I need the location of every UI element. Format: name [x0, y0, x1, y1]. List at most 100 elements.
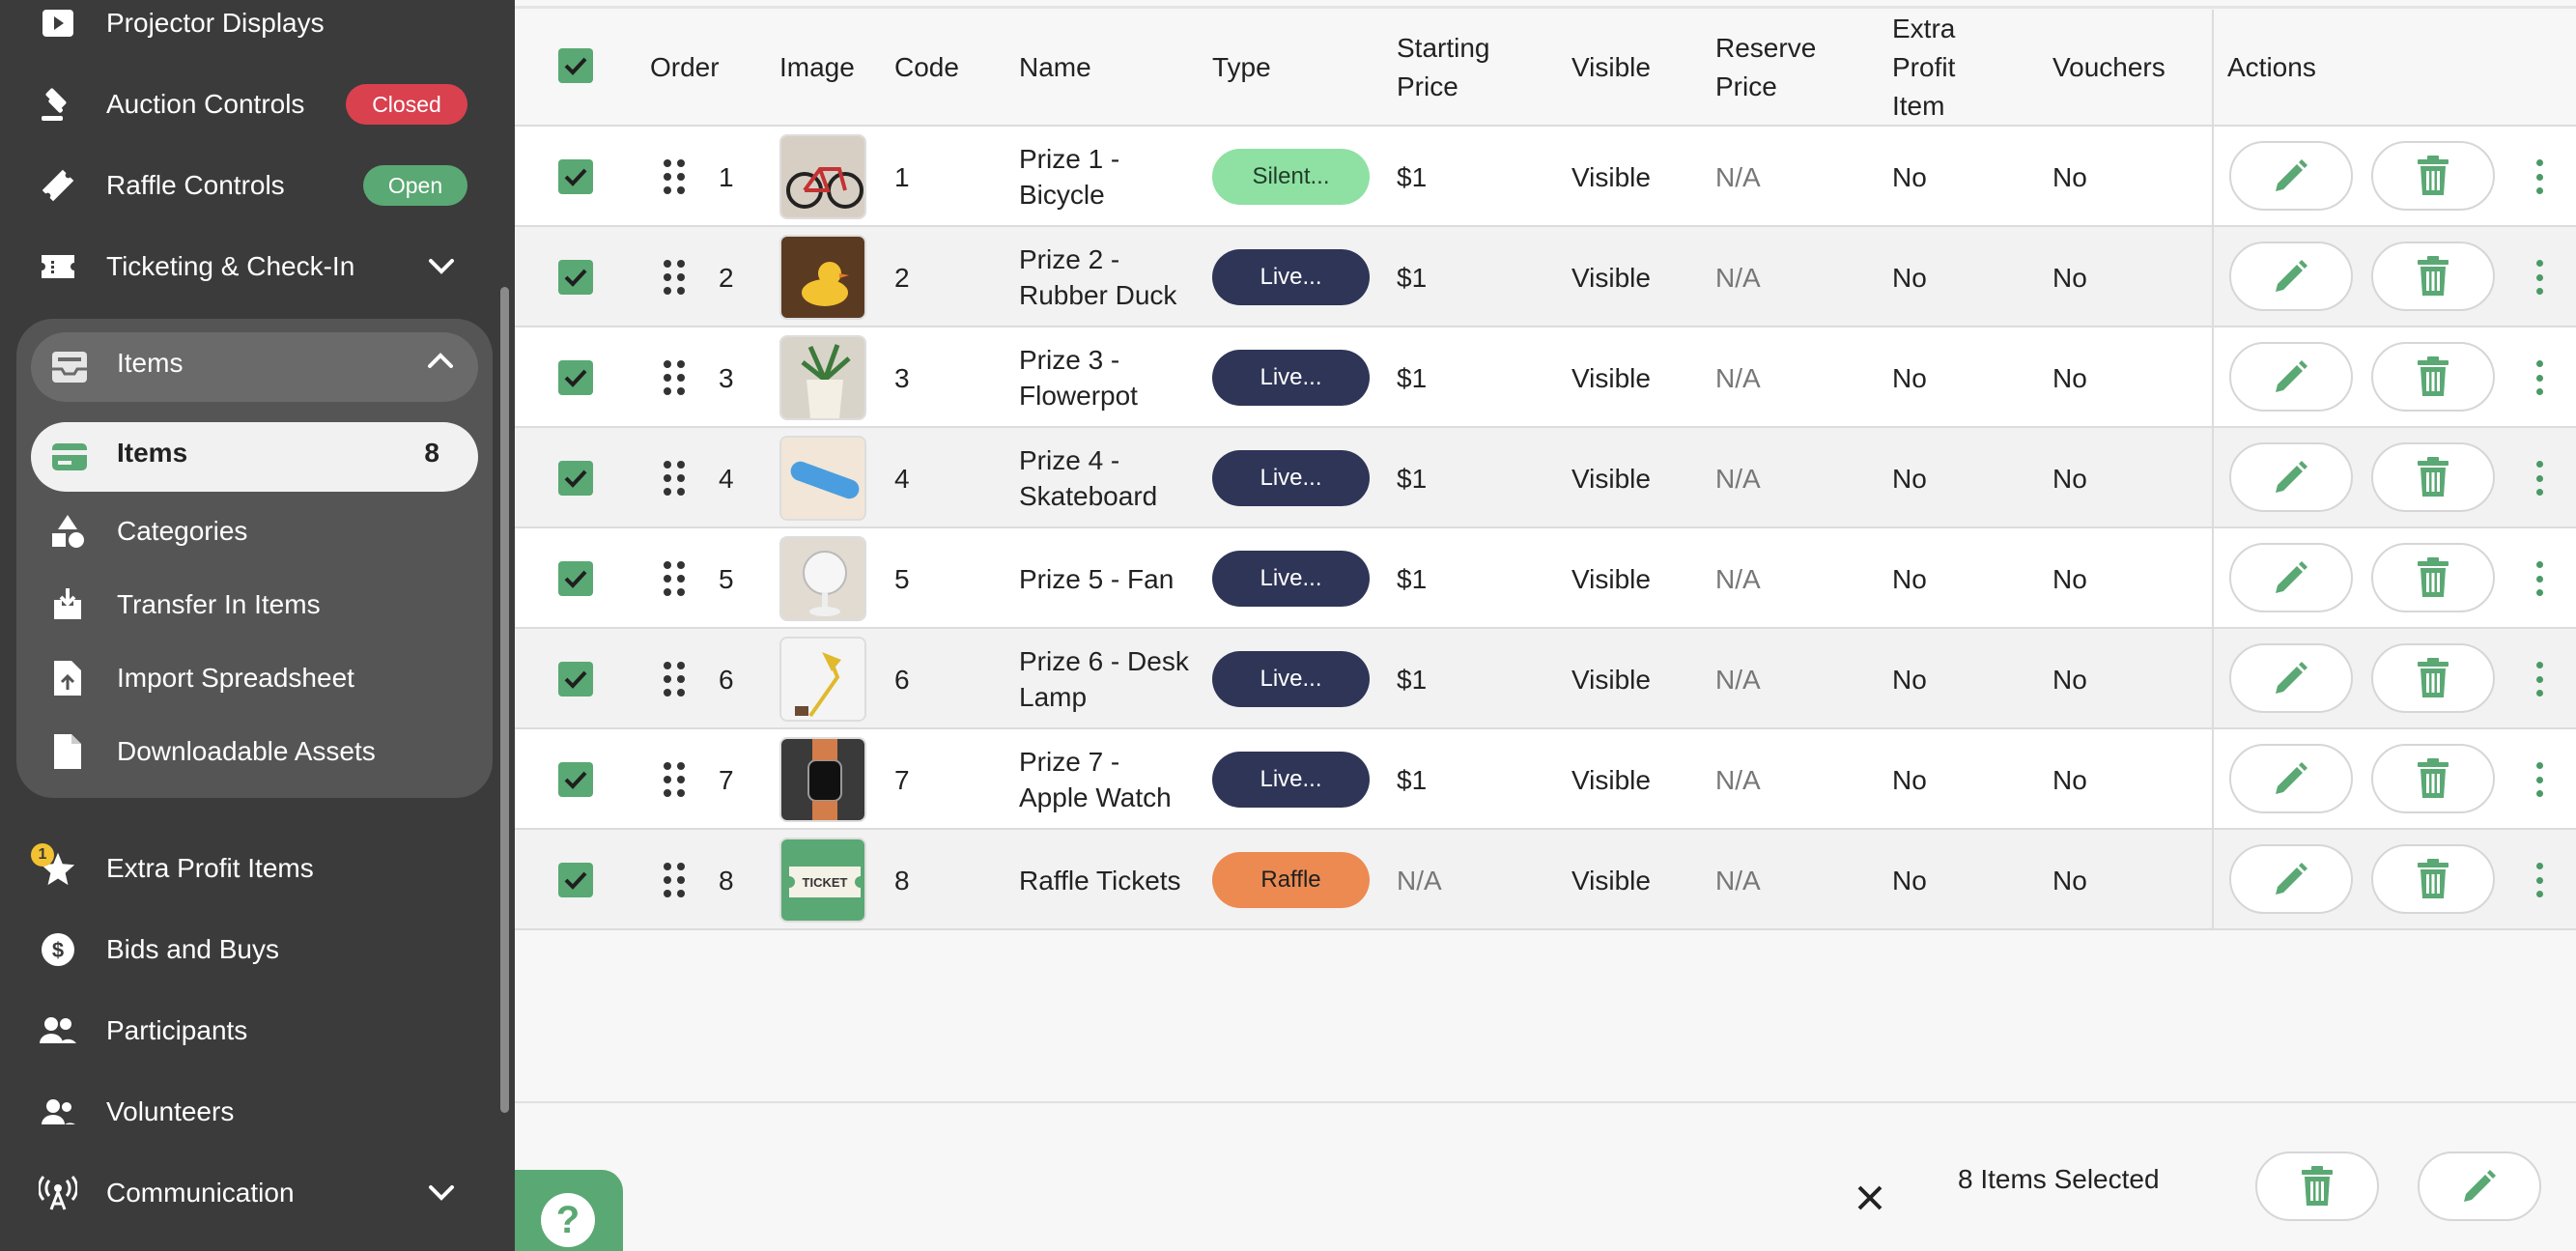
header-type[interactable]: Type: [1212, 10, 1271, 126]
item-image[interactable]: [779, 436, 866, 521]
header-code[interactable]: Code: [894, 10, 959, 126]
header-text: Extra: [1892, 14, 1956, 43]
edit-button[interactable]: [2229, 844, 2353, 914]
drag-handle-icon[interactable]: [662, 660, 687, 698]
more-options-icon[interactable]: [2530, 658, 2549, 700]
item-image[interactable]: [779, 235, 866, 320]
more-options-icon[interactable]: [2530, 457, 2549, 499]
delete-button[interactable]: [2371, 141, 2495, 211]
drag-handle-icon[interactable]: [662, 760, 687, 799]
item-image[interactable]: [779, 637, 866, 722]
item-image[interactable]: [779, 737, 866, 822]
drag-handle-icon[interactable]: [662, 861, 687, 899]
chevron-up-icon[interactable]: [427, 352, 454, 374]
nav-volunteers[interactable]: Volunteers: [0, 1071, 515, 1152]
nav-ticketing-checkin[interactable]: Ticketing & Check-In: [0, 226, 515, 307]
row-checkbox[interactable]: [558, 260, 593, 295]
item-code: 1: [894, 161, 910, 192]
broadcast-icon: [39, 1174, 77, 1212]
header-starting-price[interactable]: Starting Price: [1397, 10, 1490, 126]
drag-handle-icon[interactable]: [662, 559, 687, 598]
more-options-icon[interactable]: [2530, 859, 2549, 901]
row-checkbox[interactable]: [558, 762, 593, 797]
nav-participants[interactable]: Participants: [0, 990, 515, 1071]
edit-button[interactable]: [2229, 342, 2353, 412]
nav-projector-displays[interactable]: Projector Displays: [0, 0, 515, 64]
row-checkbox[interactable]: [558, 662, 593, 697]
edit-button[interactable]: [2229, 141, 2353, 211]
sidebar-scrollbar[interactable]: [500, 287, 509, 1113]
delete-button[interactable]: [2371, 242, 2495, 311]
header-reserve-price[interactable]: Reserve Price: [1715, 10, 1816, 126]
item-image[interactable]: [779, 134, 866, 219]
sidebar-item-downloadable-assets[interactable]: Downloadable Assets: [16, 717, 493, 786]
header-visible[interactable]: Visible: [1571, 10, 1651, 126]
item-reserve-price: N/A: [1715, 362, 1761, 393]
item-visible: Visible: [1571, 563, 1651, 594]
drag-handle-icon[interactable]: [662, 459, 687, 498]
bulk-delete-button[interactable]: [2255, 1151, 2379, 1221]
chevron-down-icon[interactable]: [424, 249, 459, 284]
header-name[interactable]: Name: [1019, 10, 1091, 126]
table-row[interactable]: 1 1 Prize 1 - Bicycle Silent... $1 Visible N/A N…: [515, 127, 2576, 227]
nav-raffle-controls[interactable]: Raffle Controls Open: [0, 145, 515, 226]
edit-button[interactable]: [2229, 442, 2353, 512]
more-options-icon[interactable]: [2530, 356, 2549, 399]
row-checkbox[interactable]: [558, 461, 593, 496]
nav-label: Communication: [106, 1178, 295, 1208]
table-row[interactable]: 6 6 Prize 6 - Desk Lamp Live... $1 Visible N/A N…: [515, 629, 2576, 729]
header-order[interactable]: Order: [650, 10, 720, 126]
nav-extra-profit-items[interactable]: 1 Extra Profit Items: [0, 828, 515, 909]
sidebar-item-transfer-in[interactable]: Transfer In Items: [16, 570, 493, 640]
sidebar-item-categories[interactable]: Categories: [16, 497, 493, 566]
help-button[interactable]: ?: [515, 1170, 623, 1251]
edit-button[interactable]: [2229, 643, 2353, 713]
header-extra-profit-item[interactable]: Extra Profit Item: [1892, 10, 1955, 126]
item-image[interactable]: [779, 536, 866, 621]
table-row[interactable]: 4 4 Prize 4 - Skateboard Live... $1 Visible N/A…: [515, 428, 2576, 528]
item-vouchers: No: [2052, 362, 2087, 393]
row-checkbox[interactable]: [558, 561, 593, 596]
item-image[interactable]: [779, 335, 866, 420]
play-icon: [39, 4, 77, 43]
sidebar-item-items-active[interactable]: Items 8: [31, 422, 478, 492]
bulk-edit-button[interactable]: [2418, 1151, 2541, 1221]
edit-button[interactable]: [2229, 242, 2353, 311]
row-checkbox[interactable]: [558, 863, 593, 897]
select-all-checkbox[interactable]: [558, 48, 593, 83]
delete-button[interactable]: [2371, 643, 2495, 713]
nav-communication[interactable]: Communication: [0, 1152, 515, 1234]
header-vouchers[interactable]: Vouchers: [2052, 10, 2166, 126]
delete-button[interactable]: [2371, 543, 2495, 612]
drag-handle-icon[interactable]: [662, 157, 687, 196]
item-name-line: Prize 2 -: [1019, 244, 1120, 274]
nav-auction-controls[interactable]: Auction Controls Closed: [0, 64, 515, 145]
nav-bids-and-buys[interactable]: $ Bids and Buys: [0, 909, 515, 990]
more-options-icon[interactable]: [2530, 256, 2549, 299]
edit-button[interactable]: [2229, 744, 2353, 813]
table-row[interactable]: 8 TICKET 8 Raffle Tickets Raffle N/A Visible N/…: [515, 830, 2576, 930]
table-row[interactable]: 7 7 Prize 7 - Apple Watch Live... $1 Visible N/…: [515, 729, 2576, 830]
close-icon[interactable]: [1855, 1183, 1884, 1217]
sidebar-item-import-spreadsheet[interactable]: Import Spreadsheet: [16, 643, 493, 713]
more-options-icon[interactable]: [2530, 758, 2549, 801]
more-options-icon[interactable]: [2530, 557, 2549, 600]
table-row[interactable]: 2 2 Prize 2 - Rubber Duck Live... $1 Visible N/…: [515, 227, 2576, 327]
delete-button[interactable]: [2371, 342, 2495, 412]
delete-button[interactable]: [2371, 844, 2495, 914]
extra-profit-badge: 1: [31, 843, 54, 867]
table-row[interactable]: 3 3 Prize 3 - Flowerpot Live... $1 Visible N/A N…: [515, 327, 2576, 428]
delete-button[interactable]: [2371, 744, 2495, 813]
chevron-down-icon[interactable]: [424, 1176, 459, 1210]
drag-handle-icon[interactable]: [662, 358, 687, 397]
delete-button[interactable]: [2371, 442, 2495, 512]
row-checkbox[interactable]: [558, 360, 593, 395]
pencil-icon: [2276, 260, 2307, 292]
items-group-header[interactable]: Items: [31, 332, 478, 402]
edit-button[interactable]: [2229, 543, 2353, 612]
row-checkbox[interactable]: [558, 159, 593, 194]
table-row[interactable]: 5 5 Prize 5 - Fan Live... $1 Visible N/A No No: [515, 528, 2576, 629]
drag-handle-icon[interactable]: [662, 258, 687, 297]
item-image[interactable]: TICKET: [779, 838, 866, 923]
more-options-icon[interactable]: [2530, 156, 2549, 198]
